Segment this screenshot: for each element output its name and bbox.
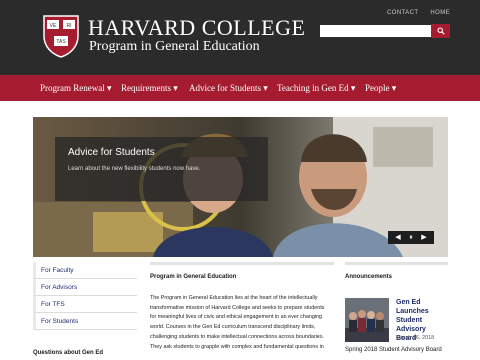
- announcements-heading: Announcements: [345, 274, 393, 280]
- sidebar-item-faculty[interactable]: For Faculty: [33, 262, 137, 279]
- slideshow-controls: ◀ ⏸ ▶: [388, 231, 434, 244]
- sidebar-item-tfs[interactable]: For TFS: [33, 296, 137, 313]
- hero-caption: Advice for Students Learn about the new …: [55, 137, 268, 201]
- announcement-thumbnail[interactable]: [345, 298, 389, 342]
- intro-line: challenging students to make intellectua…: [150, 333, 325, 340]
- nav-requirements[interactable]: Requirements ▾: [121, 83, 178, 94]
- hero-slideshow[interactable]: Advice for Students Learn about the new …: [33, 117, 448, 257]
- group-photo: [345, 298, 389, 342]
- prev-slide-icon[interactable]: ◀: [395, 234, 400, 241]
- search-input[interactable]: [320, 25, 431, 37]
- next-slide-icon[interactable]: ▶: [421, 234, 426, 241]
- shield-tas: TAS: [56, 39, 66, 45]
- site-title[interactable]: HARVARD COLLEGE: [88, 15, 305, 41]
- nav-program-renewal[interactable]: Program Renewal ▾: [40, 83, 112, 94]
- intro-line: transformative mission of Harvard Colleg…: [150, 304, 325, 311]
- contact-link[interactable]: CONTACT: [387, 10, 418, 16]
- intro-line: for meaningful lives of civic and ethica…: [150, 314, 323, 321]
- hero-text: Learn about the new flexibility students…: [68, 166, 201, 172]
- utility-links: CONTACT HOME: [387, 10, 450, 16]
- hero-title[interactable]: Advice for Students: [68, 147, 155, 158]
- intro-section: Program in General Education The Program…: [150, 262, 334, 352]
- search-button[interactable]: [431, 24, 450, 38]
- questions-heading: Questions about Gen Ed: [33, 350, 104, 356]
- nav-advice-for-students[interactable]: Advice for Students ▾: [189, 83, 268, 94]
- pause-slide-icon[interactable]: ⏸: [409, 234, 413, 241]
- nav-teaching-in-gen-ed[interactable]: Teaching in Gen Ed ▾: [277, 83, 355, 94]
- site-subtitle[interactable]: Program in General Education: [89, 39, 260, 55]
- announcements-section: Announcements Gen Ed Launches Student Ad…: [345, 262, 448, 353]
- harvard-shield-logo[interactable]: VE RI TAS: [42, 14, 80, 58]
- shield-ve: VE: [50, 23, 57, 29]
- shield-ri: RI: [67, 23, 72, 29]
- intro-body: The Program in General Education lies at…: [150, 294, 334, 352]
- search-icon: [436, 27, 445, 35]
- intro-line: world. Courses in the Gen Ed curriculum …: [150, 324, 316, 331]
- intro-line: The Program in General Education lies at…: [150, 295, 318, 301]
- intro-heading: Program in General Education: [150, 274, 237, 280]
- intro-line: They ask students to grapple with comple…: [150, 343, 324, 350]
- sidebar-item-advisors[interactable]: For Advisors: [33, 279, 137, 296]
- sidebar-item-students[interactable]: For Students: [33, 313, 137, 330]
- announcement-subtitle: Spring 2018 Student Advisory Board: [345, 347, 442, 353]
- home-link[interactable]: HOME: [430, 10, 450, 16]
- main-nav: Program Renewal ▾ Requirements ▾ Advice …: [0, 75, 480, 101]
- nav-people[interactable]: People ▾: [365, 83, 396, 94]
- site-header: VE RI TAS HARVARD COLLEGE Program in Gen…: [0, 0, 480, 75]
- section-divider: [345, 262, 448, 265]
- audience-menu: For Faculty For Advisors For TFS For Stu…: [33, 262, 137, 330]
- announcement-date: March 16, 2018: [396, 335, 435, 341]
- section-divider: [150, 262, 334, 265]
